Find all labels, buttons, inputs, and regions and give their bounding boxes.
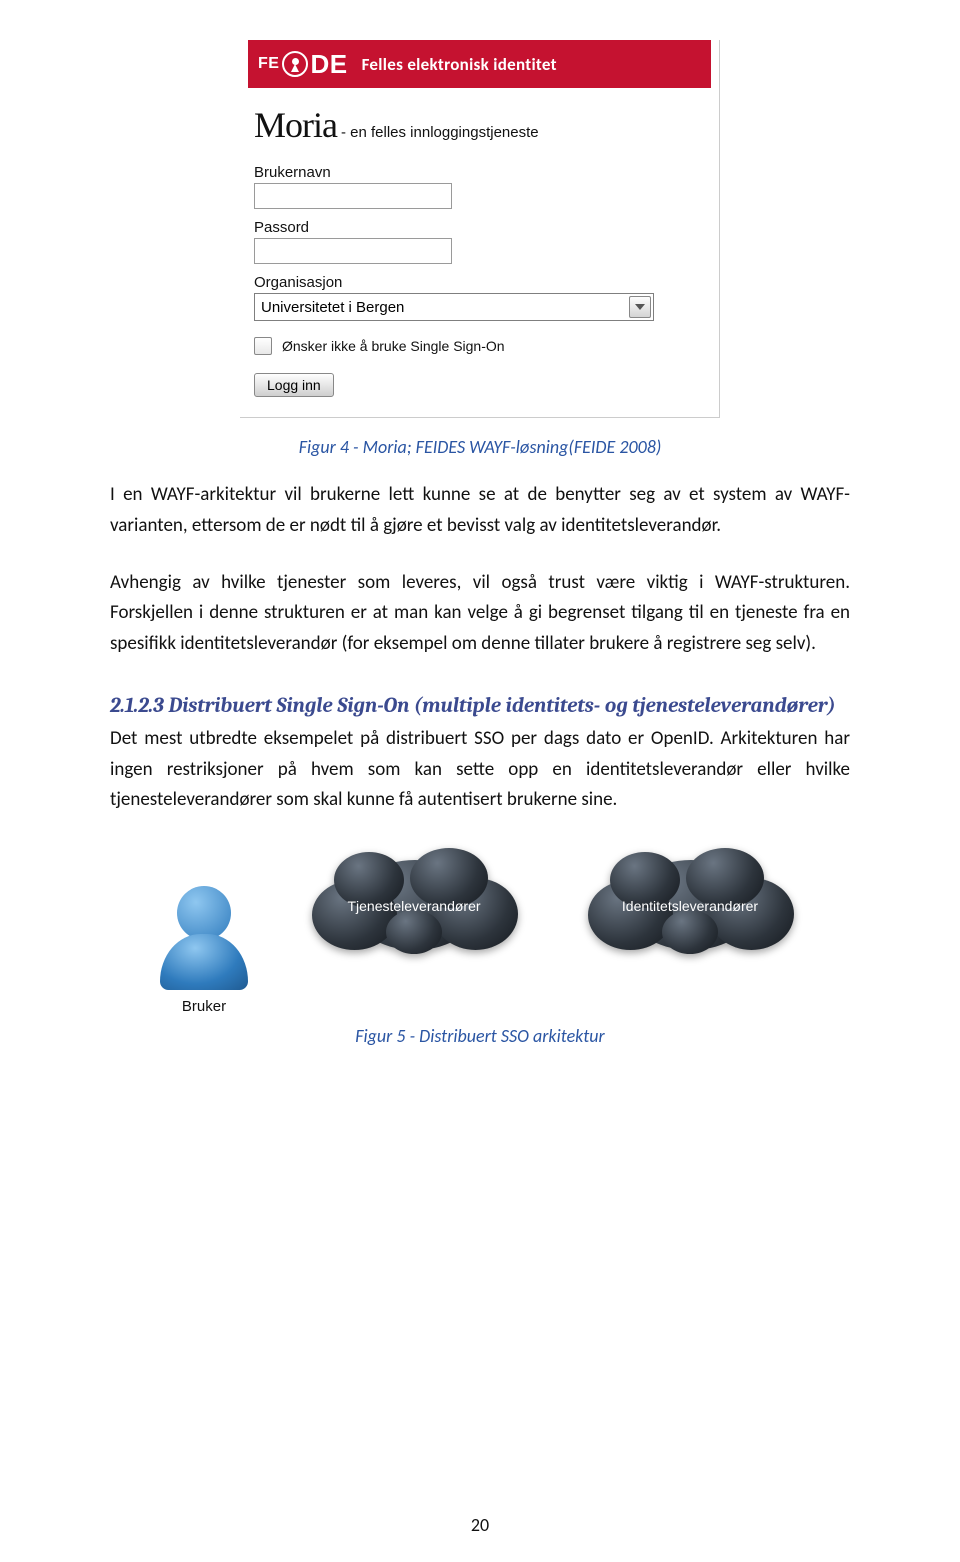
user-label: Bruker <box>182 998 226 1015</box>
moria-brand: Moria <box>254 104 337 146</box>
login-panel-figure: F E DE Felles elektronisk identitet Mori… <box>240 40 720 418</box>
password-label: Passord <box>254 219 705 236</box>
feide-logo: F E DE <box>258 49 348 80</box>
password-input[interactable] <box>254 238 452 264</box>
organisation-select[interactable]: Universitetet i Bergen <box>254 293 654 321</box>
figure-5-diagram: Bruker Tjenesteleverandører Identitetsle… <box>160 846 800 1015</box>
sso-checkbox-label: Ønsker ikke å bruke Single Sign-On <box>282 338 505 354</box>
identity-providers-cloud: Identitetsleverandører <box>580 846 800 956</box>
chevron-down-icon <box>635 304 645 310</box>
paragraph-3: Det mest utbredte eksempelet på distribu… <box>110 724 850 816</box>
figure-4-caption: Figur 4 - Moria; FEIDES WAYF-løsning(FEI… <box>110 436 850 458</box>
organisation-label: Organisasjon <box>254 274 705 291</box>
sso-checkbox[interactable] <box>254 337 272 355</box>
paragraph-2: Avhengig av hvilke tjenester som leveres… <box>110 568 850 660</box>
username-label: Brukernavn <box>254 164 705 181</box>
login-button[interactable]: Logg inn <box>254 373 334 397</box>
user-figure: Bruker <box>160 886 248 1015</box>
page-number: 20 <box>0 1514 960 1536</box>
username-input[interactable] <box>254 183 452 209</box>
feide-banner: F E DE Felles elektronisk identitet <box>248 40 711 88</box>
moria-heading: Moria - en felles innloggingstjeneste <box>240 94 719 164</box>
identity-providers-label: Identitetsleverandører <box>622 888 758 914</box>
organisation-selected-value: Universitetet i Bergen <box>255 299 629 316</box>
service-providers-label: Tjenesteleverandører <box>347 888 480 914</box>
user-body-icon <box>160 934 248 990</box>
user-head-icon <box>177 886 231 940</box>
figure-5-caption: Figur 5 - Distribuert SSO arkitektur <box>110 1025 850 1047</box>
keyhole-icon <box>282 51 308 77</box>
moria-tagline: - en felles innloggingstjeneste <box>341 124 539 141</box>
dropdown-button[interactable] <box>629 296 651 318</box>
service-providers-cloud: Tjenesteleverandører <box>304 846 524 956</box>
section-2-1-2-3-heading: 2.1.2.3 Distribuert Single Sign-On (mult… <box>110 694 850 718</box>
paragraph-1: I en WAYF-arkitektur vil brukerne lett k… <box>110 480 850 542</box>
feide-subtitle: Felles elektronisk identitet <box>362 54 557 75</box>
